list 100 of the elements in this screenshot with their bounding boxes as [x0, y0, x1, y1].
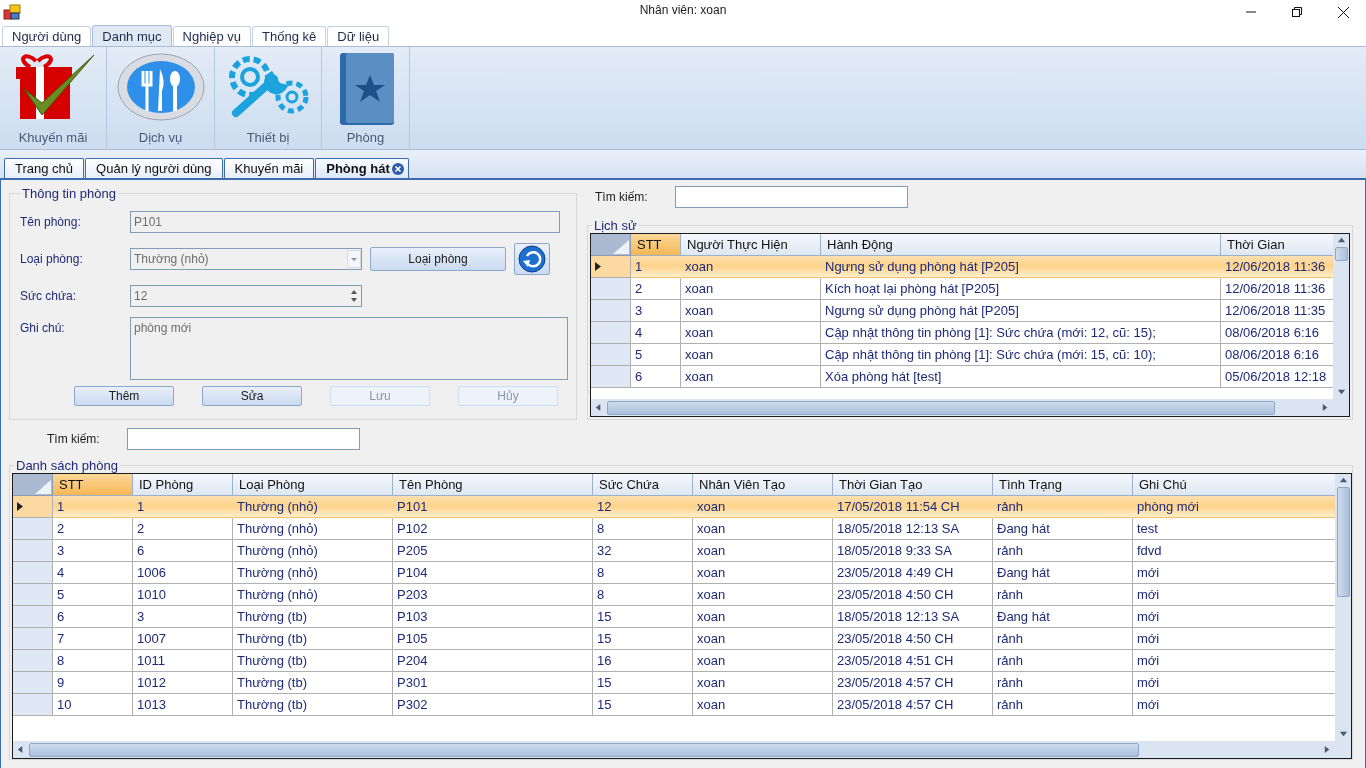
column-header[interactable]: STT — [53, 474, 133, 496]
scrollbar-thumb[interactable] — [1336, 487, 1350, 597]
column-header[interactable]: Ghi Chú — [1133, 474, 1335, 496]
menu-tab[interactable]: Thống kê — [252, 26, 327, 46]
scrollbar-thumb[interactable] — [1334, 247, 1348, 261]
cutlery-icon — [115, 51, 206, 123]
table-cell: rảnh — [993, 628, 1133, 650]
document-tab[interactable]: Khuyến mãi — [223, 158, 315, 178]
menu-tab[interactable]: Dữ liệu — [327, 26, 390, 46]
column-header[interactable]: Sức Chứa — [593, 474, 693, 496]
table-cell: Thường (tb) — [233, 606, 393, 628]
search-field[interactable] — [127, 428, 360, 450]
table-cell: 15 — [593, 694, 693, 716]
horizontal-scrollbar[interactable] — [13, 741, 1335, 758]
table-cell: xoan — [693, 518, 833, 540]
table-cell: 23/05/2018 4:57 CH — [833, 694, 993, 716]
table-cell: 23/05/2018 4:49 CH — [833, 562, 993, 584]
table-cell: xoan — [693, 562, 833, 584]
column-header[interactable]: ID Phòng — [133, 474, 233, 496]
column-header[interactable]: Tên Phòng — [393, 474, 593, 496]
table-row[interactable]: 1 1 Thường (nhỏ) P101 12 xoan 17/05/2018 11:54 CH rảnh phòng mới — [13, 496, 1335, 518]
ribbon-button[interactable]: Khuyến mãi — [0, 47, 107, 149]
menu-tab[interactable]: Danh mục — [92, 25, 172, 47]
column-header[interactable]: Hành Động — [821, 234, 1221, 256]
row-header[interactable] — [13, 496, 53, 518]
table-row[interactable]: 3 6 Thường (nhỏ) P205 32 xoan 18/05/2018 9:33 SA rảnh fdvd — [13, 540, 1335, 562]
table-cell: P105 — [393, 628, 593, 650]
row-header[interactable] — [591, 256, 631, 278]
column-header[interactable]: Nhân Viên Tạo — [693, 474, 833, 496]
table-row[interactable]: 9 1012 Thường (tb) P301 15 xoan 23/05/2018 4:57 CH rảnh mới — [13, 672, 1335, 694]
scrollbar-thumb[interactable] — [607, 400, 1275, 415]
column-header[interactable]: Người Thực Hiện — [681, 234, 821, 256]
table-cell: 12 — [593, 496, 693, 518]
close-icon[interactable] — [391, 162, 404, 175]
scroll-left-icon[interactable] — [594, 403, 603, 412]
table-cell: 8 — [53, 650, 133, 672]
table-row[interactable]: 7 1007 Thường (tb) P105 15 xoan 23/05/2018 4:50 CH rảnh mới — [13, 628, 1335, 650]
room-name-field[interactable]: P101 — [130, 211, 560, 233]
table-cell: 18/05/2018 12:13 SA — [833, 606, 993, 628]
action-button[interactable]: Sửa — [202, 386, 302, 406]
table-cell: rảnh — [993, 672, 1133, 694]
ribbon-button[interactable]: Dịch vụ — [107, 47, 215, 149]
table-cell: 8 — [593, 562, 693, 584]
table-cell: rảnh — [993, 694, 1133, 716]
note-field[interactable]: phòng mới — [130, 317, 568, 380]
restore-icon — [1292, 7, 1302, 17]
table-cell: Xóa phòng hát [test] — [821, 366, 1221, 388]
current-row-icon — [17, 502, 23, 511]
ribbon-button[interactable]: Phòng — [322, 47, 410, 149]
table-row[interactable]: 1 xoan Ngưng sử dụng phòng hát [P205] 12/06/2018 11:36 — [591, 256, 1333, 278]
scroll-right-icon[interactable] — [1323, 745, 1332, 754]
vertical-scrollbar[interactable] — [1335, 474, 1351, 741]
search-field[interactable] — [675, 186, 908, 208]
group-title: Danh sách phòng — [15, 458, 119, 473]
table-row[interactable]: 4 1006 Thường (nhỏ) P104 8 xoan 23/05/2018 4:49 CH Đang hát mới — [13, 562, 1335, 584]
table-row[interactable]: 8 1011 Thường (tb) P204 16 xoan 23/05/2018 4:51 CH rảnh mới — [13, 650, 1335, 672]
table-cell: Ngưng sử dụng phòng hát [P205] — [821, 300, 1221, 322]
capacity-spinner[interactable]: 12 — [130, 285, 362, 307]
table-row[interactable]: 5 1010 Thường (nhỏ) P203 8 xoan 23/05/2018 4:50 CH rảnh mới — [13, 584, 1335, 606]
horizontal-scrollbar[interactable] — [591, 399, 1333, 416]
table-cell: P205 — [393, 540, 593, 562]
scroll-up-icon[interactable] — [1338, 476, 1348, 485]
room-type-button[interactable]: Loại phòng — [370, 247, 506, 271]
scroll-down-icon[interactable] — [1336, 388, 1346, 397]
scroll-up-icon[interactable] — [1336, 236, 1346, 245]
table-cell: 18/05/2018 9:33 SA — [833, 540, 993, 562]
scroll-right-icon[interactable] — [1321, 403, 1330, 412]
table-cell: 1 — [631, 256, 681, 278]
table-cell: 1011 — [133, 650, 233, 672]
table-row[interactable]: 2 2 Thường (nhỏ) P102 8 xoan 18/05/2018 12:13 SA Đang hát test — [13, 518, 1335, 540]
table-cell: 15 — [593, 628, 693, 650]
table-cell: P203 — [393, 584, 593, 606]
action-button[interactable]: Thêm — [74, 386, 174, 406]
scroll-left-icon[interactable] — [16, 745, 25, 754]
table-cell: 7 — [53, 628, 133, 650]
column-header[interactable]: Thời Gian Tạo — [833, 474, 993, 496]
search-label: Tìm kiếm: — [595, 190, 649, 204]
column-header[interactable]: STT — [631, 234, 681, 256]
document-tab[interactable]: Trang chủ — [4, 158, 85, 178]
room-type-dropdown[interactable]: Thường (nhỏ) — [130, 248, 362, 270]
ribbon-button[interactable]: Thiết bị — [215, 47, 322, 149]
table-cell: P301 — [393, 672, 593, 694]
document-tab[interactable]: Phòng hát — [315, 158, 409, 178]
refresh-button[interactable] — [514, 243, 550, 275]
close-icon — [1337, 6, 1349, 18]
scrollbar-thumb[interactable] — [29, 742, 1139, 757]
table-cell: P102 — [393, 518, 593, 540]
table-row[interactable]: 10 1013 Thường (tb) P302 15 xoan 23/05/2018 4:57 CH rảnh mới — [13, 694, 1335, 716]
menu-tab[interactable]: Nghiệp vụ — [172, 26, 252, 46]
vertical-scrollbar[interactable] — [1333, 234, 1349, 399]
column-header[interactable]: Thời Gian — [1221, 234, 1333, 256]
document-tab[interactable]: Quản lý người dùng — [85, 158, 223, 178]
scroll-down-icon[interactable] — [1338, 730, 1348, 739]
column-header[interactable]: Loại Phòng — [233, 474, 393, 496]
table-row[interactable]: 6 3 Thường (tb) P103 15 xoan 18/05/2018 12:13 SA Đang hát mới — [13, 606, 1335, 628]
table-cell: 3 — [53, 540, 133, 562]
table-cell: 23/05/2018 4:57 CH — [833, 672, 993, 694]
menu-tab[interactable]: Người dùng — [2, 26, 92, 46]
table-cell: xoan — [693, 650, 833, 672]
column-header[interactable]: Tình Trạng — [993, 474, 1133, 496]
